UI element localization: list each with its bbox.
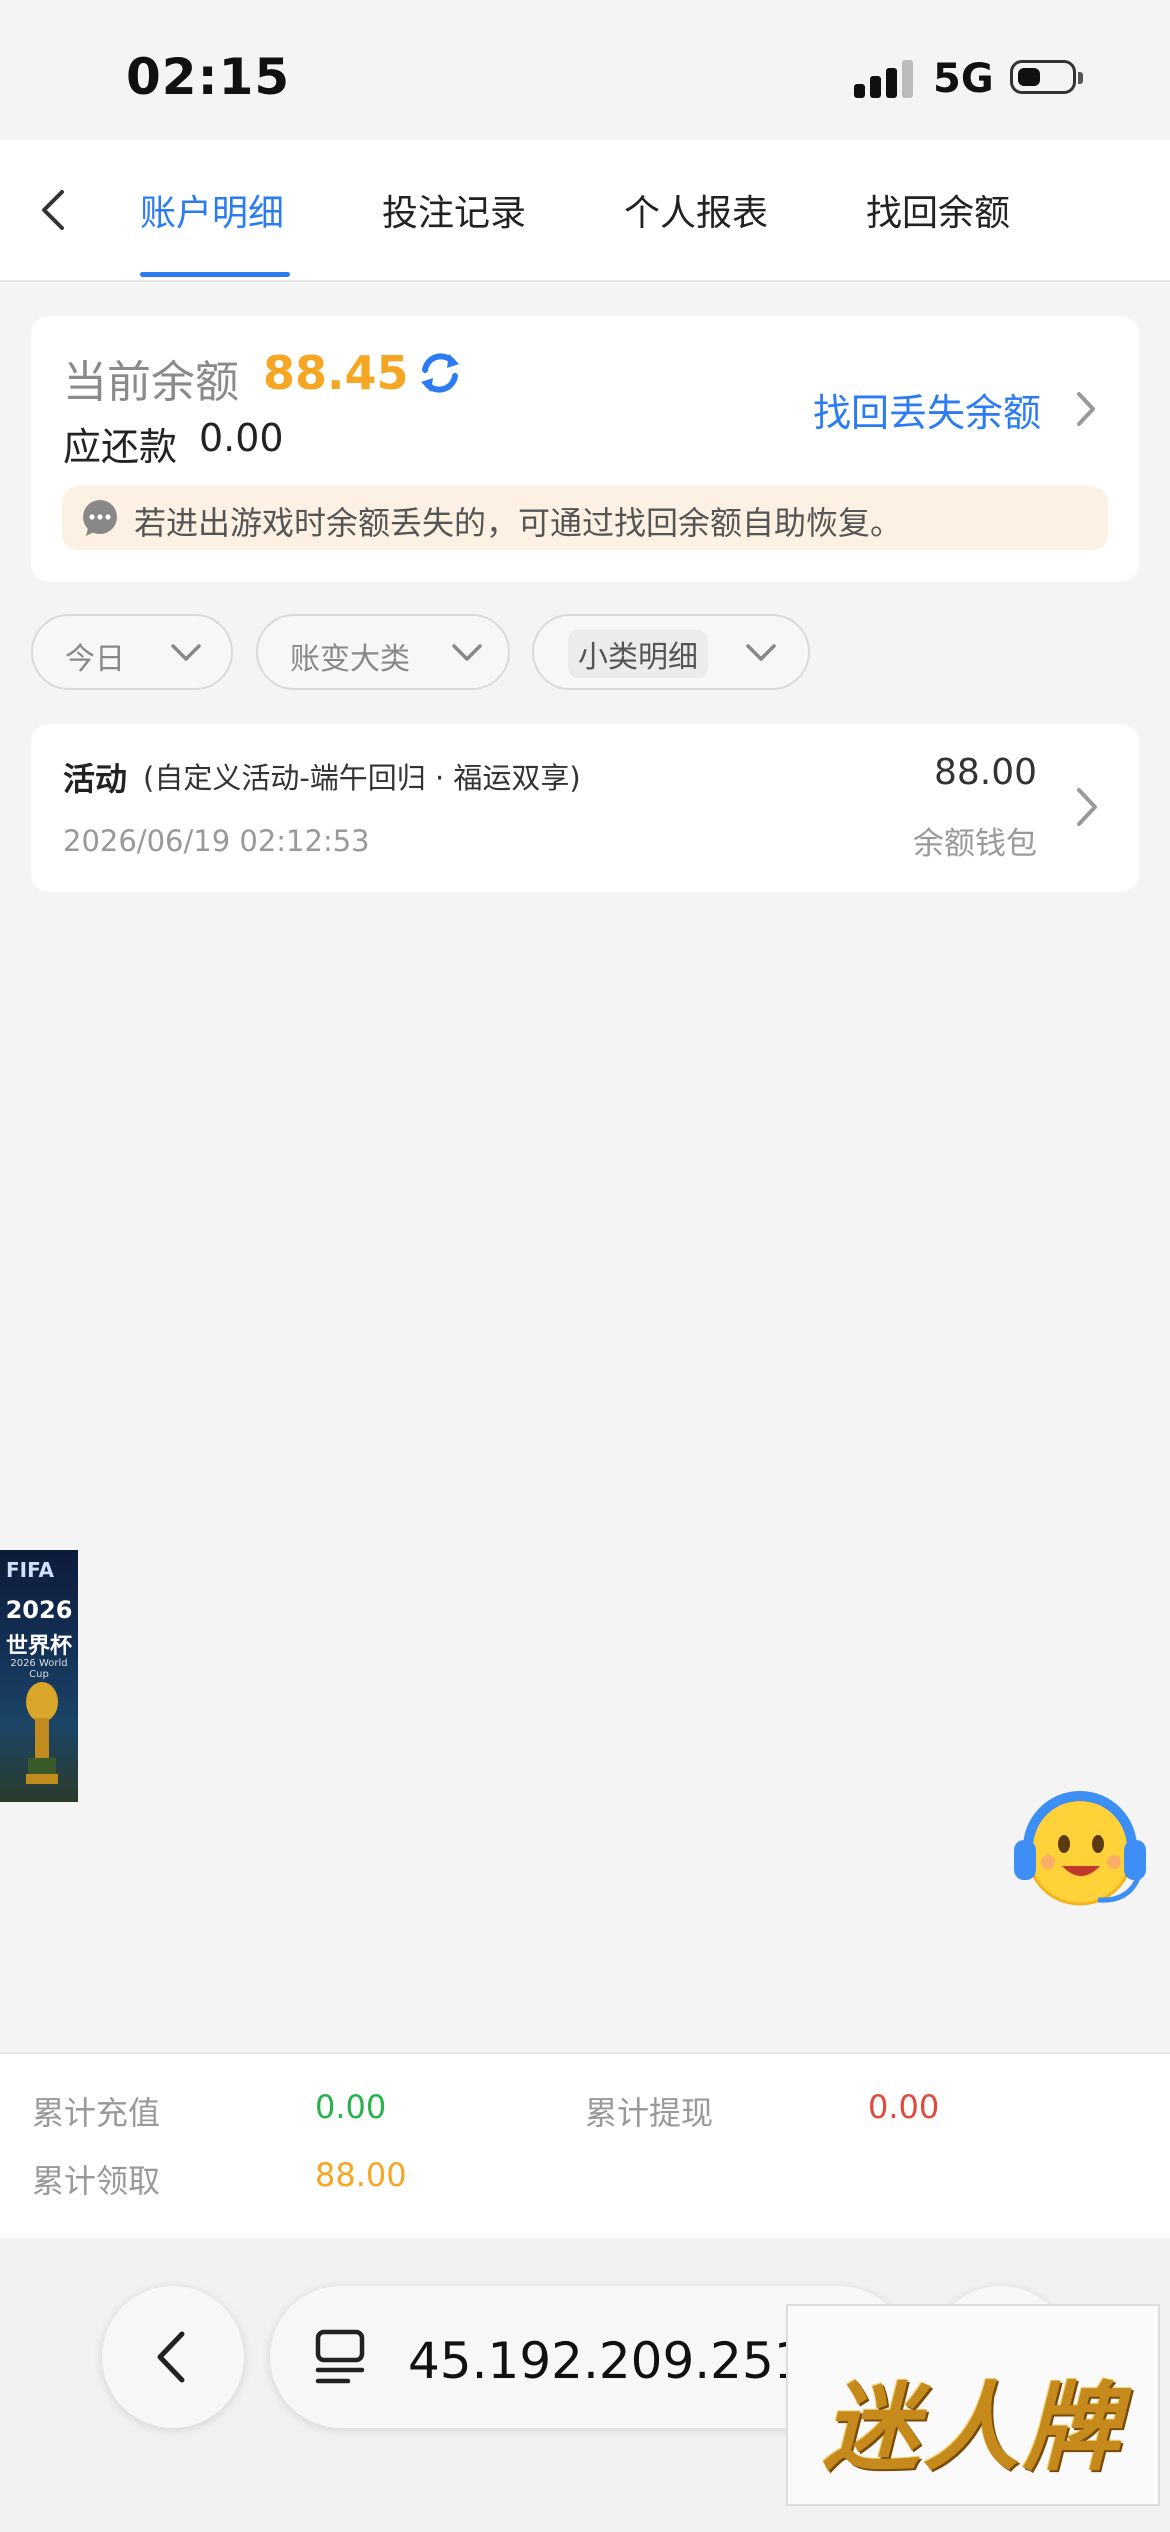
- filter-subcategory-label: 小类明细: [568, 630, 708, 678]
- filter-category[interactable]: 账变大类: [256, 614, 510, 690]
- recover-lost-balance-link[interactable]: 找回丢失余额: [813, 382, 1041, 437]
- network-type: 5G: [933, 56, 994, 102]
- brand-watermark: 迷人牌: [786, 2304, 1160, 2506]
- balance-value: 88.45: [263, 346, 409, 400]
- promo-year: 2026: [5, 1596, 73, 1624]
- fifa-logo: FIFA: [6, 1558, 54, 1582]
- promo-subtitle: 2026 World Cup: [10, 1658, 68, 1680]
- browser-back-button[interactable]: [102, 2286, 244, 2428]
- record-wallet: 余额钱包: [913, 826, 1037, 862]
- filter-date-label: 今日: [65, 642, 125, 677]
- total-recharge-value: 0.00: [315, 2088, 387, 2126]
- tab-recover-balance[interactable]: 找回余额: [866, 184, 1010, 236]
- top-nav: 账户明细 投注记录 个人报表 找回余额: [0, 140, 1170, 282]
- active-tab-indicator: [140, 272, 290, 277]
- promo-title: 世界杯: [5, 1634, 72, 1659]
- back-chevron-icon: [157, 2331, 185, 2383]
- back-chevron-icon[interactable]: [30, 180, 80, 240]
- notice-text: 若进出游戏时余额丢失的，可通过找回余额自助恢复。: [134, 504, 903, 542]
- list-item[interactable]: 活动 (自定义活动-端午回归 · 福运双享) 2026/06/19 02:12:…: [31, 724, 1139, 892]
- tab-account-details[interactable]: 账户明细: [140, 184, 284, 236]
- due-label: 应还款: [63, 425, 178, 469]
- record-type: 活动: [63, 760, 128, 798]
- filter-subcategory[interactable]: 小类明细: [532, 614, 810, 690]
- chat-bubble-icon: [83, 500, 117, 536]
- world-cup-promo-badge[interactable]: FIFA 2026 世界杯 2026 World Cup: [0, 1550, 78, 1802]
- chevron-down-icon: [746, 644, 776, 661]
- chevron-right-icon: [1077, 788, 1097, 826]
- tab-personal-report[interactable]: 个人报表: [624, 184, 768, 236]
- status-time: 02:15: [126, 48, 291, 106]
- url-list-icon: [315, 2329, 365, 2384]
- notice-banner: 若进出游戏时余额丢失的，可通过找回余额自助恢复。: [62, 486, 1108, 550]
- chevron-right-icon[interactable]: [1071, 386, 1101, 432]
- chevron-down-icon: [452, 644, 482, 661]
- totals-bar: 累计充值 0.00 累计提现 0.00 累计领取 88.00: [0, 2052, 1170, 2238]
- record-time: 2026/06/19 02:12:53: [63, 824, 370, 858]
- total-withdraw-value: 0.00: [868, 2088, 940, 2126]
- total-withdraw-label: 累计提现: [585, 2094, 714, 2132]
- tab-bet-records[interactable]: 投注记录: [382, 184, 526, 236]
- brand-text: 迷人牌: [823, 2371, 1123, 2484]
- filter-date[interactable]: 今日: [31, 614, 233, 690]
- trophy-icon: [26, 1682, 58, 1784]
- refresh-icon[interactable]: [415, 348, 465, 398]
- filter-category-label: 账变大类: [290, 642, 410, 677]
- balance-label: 当前余额: [63, 357, 239, 408]
- battery-icon: [1010, 60, 1083, 94]
- total-claim-label: 累计领取: [32, 2162, 161, 2200]
- total-recharge-label: 累计充值: [32, 2094, 161, 2132]
- balance-card: 当前余额 88.45 应还款 0.00 找回丢失余额 若进出游戏时余额丢失的，可…: [31, 316, 1139, 582]
- due-value: 0.00: [199, 416, 284, 460]
- total-claim-value: 88.00: [315, 2156, 407, 2194]
- signal-icon: [854, 58, 916, 98]
- record-description: (自定义活动-端午回归 · 福运双享): [143, 761, 581, 795]
- chevron-down-icon: [171, 644, 201, 661]
- customer-service-icon[interactable]: [998, 1782, 1156, 1914]
- status-bar: 02:15 5G: [0, 0, 1170, 140]
- record-amount: 88.00: [933, 752, 1037, 793]
- url-text: 45.192.209.251: [408, 2332, 806, 2390]
